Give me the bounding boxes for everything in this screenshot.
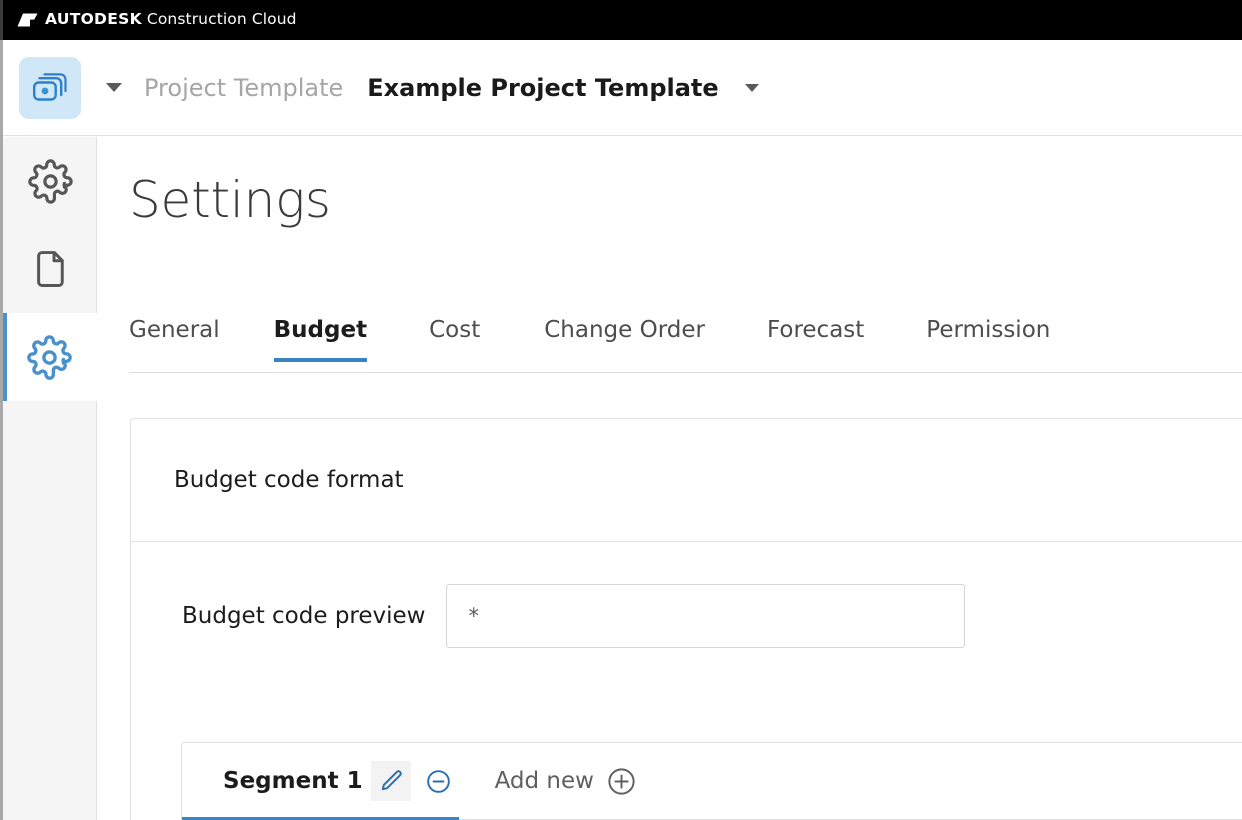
add-new-segment-button[interactable]: Add new [495, 766, 637, 797]
breadcrumb-label: Project Template [144, 73, 344, 102]
segments-panel: Segment 1 Add new [181, 742, 1242, 820]
left-icon-rail [3, 137, 97, 820]
page-title: Settings [129, 171, 331, 229]
gear-icon [27, 334, 72, 380]
project-header: Project Template Example Project Templat… [3, 40, 1242, 136]
tab-label: Budget [273, 317, 368, 343]
brand-logo[interactable]: AUTODESK Construction Cloud [17, 12, 297, 28]
tab-change-order[interactable]: Change Order [544, 307, 705, 361]
app-window: AUTODESK Construction Cloud Project Temp… [0, 0, 1242, 820]
segment-tab-1[interactable]: Segment 1 [182, 743, 459, 820]
minus-circle-icon [425, 768, 452, 795]
edit-segment-button[interactable] [370, 761, 411, 801]
sidebar-item-settings-top[interactable] [3, 137, 97, 225]
budget-code-format-card: Budget code format Budget code preview S… [130, 418, 1242, 820]
global-top-bar: AUTODESK Construction Cloud [0, 0, 1242, 40]
plus-circle-icon [606, 766, 637, 797]
tab-label: Cost [429, 317, 481, 343]
window-left-edge [0, 0, 3, 820]
tab-label: General [129, 317, 220, 343]
brand-name-bold: AUTODESK [45, 10, 142, 29]
project-stack-icon [32, 72, 68, 103]
budget-code-preview-row: Budget code preview [131, 542, 1242, 648]
pencil-icon [378, 768, 404, 794]
sidebar-item-document[interactable] [3, 225, 97, 313]
card-body: Budget code preview Segment 1 [131, 542, 1242, 820]
tab-label: Change Order [544, 317, 705, 343]
card-header: Budget code format [131, 419, 1242, 542]
tab-permission[interactable]: Permission [926, 307, 1050, 361]
tab-cost[interactable]: Cost [429, 307, 480, 361]
segment-label: Segment 1 [223, 768, 363, 794]
tab-label: Forecast [766, 317, 865, 343]
remove-segment-button[interactable] [419, 761, 459, 801]
card-title: Budget code format [174, 467, 404, 493]
settings-tabs: General Budget Cost Change Order Forecas… [129, 307, 1242, 373]
tab-budget[interactable]: Budget [273, 307, 368, 362]
document-icon [29, 248, 71, 290]
tab-forecast[interactable]: Forecast [767, 307, 864, 361]
segment-tab-strip: Segment 1 Add new [182, 743, 1242, 820]
project-name: Example Project Template [367, 73, 719, 102]
tab-general[interactable]: General [129, 307, 220, 361]
gear-icon [27, 158, 73, 204]
window-left-edge-top [0, 0, 3, 40]
add-new-label: Add new [494, 768, 594, 794]
budget-code-preview-input[interactable] [446, 584, 966, 648]
autodesk-logo-icon [17, 13, 38, 27]
project-icon-tile[interactable] [19, 56, 81, 119]
main-content: Settings General Budget Cost Change Orde… [98, 137, 1242, 820]
brand-name-light: Construction Cloud [146, 10, 297, 29]
brand-text: AUTODESK Construction Cloud [45, 12, 297, 28]
budget-code-preview-label: Budget code preview [182, 603, 426, 629]
project-switch-caret-down-icon[interactable] [744, 83, 759, 92]
breadcrumb-caret-down-icon[interactable] [106, 83, 122, 92]
sidebar-item-settings-active[interactable] [3, 313, 97, 401]
tab-label: Permission [926, 317, 1051, 343]
